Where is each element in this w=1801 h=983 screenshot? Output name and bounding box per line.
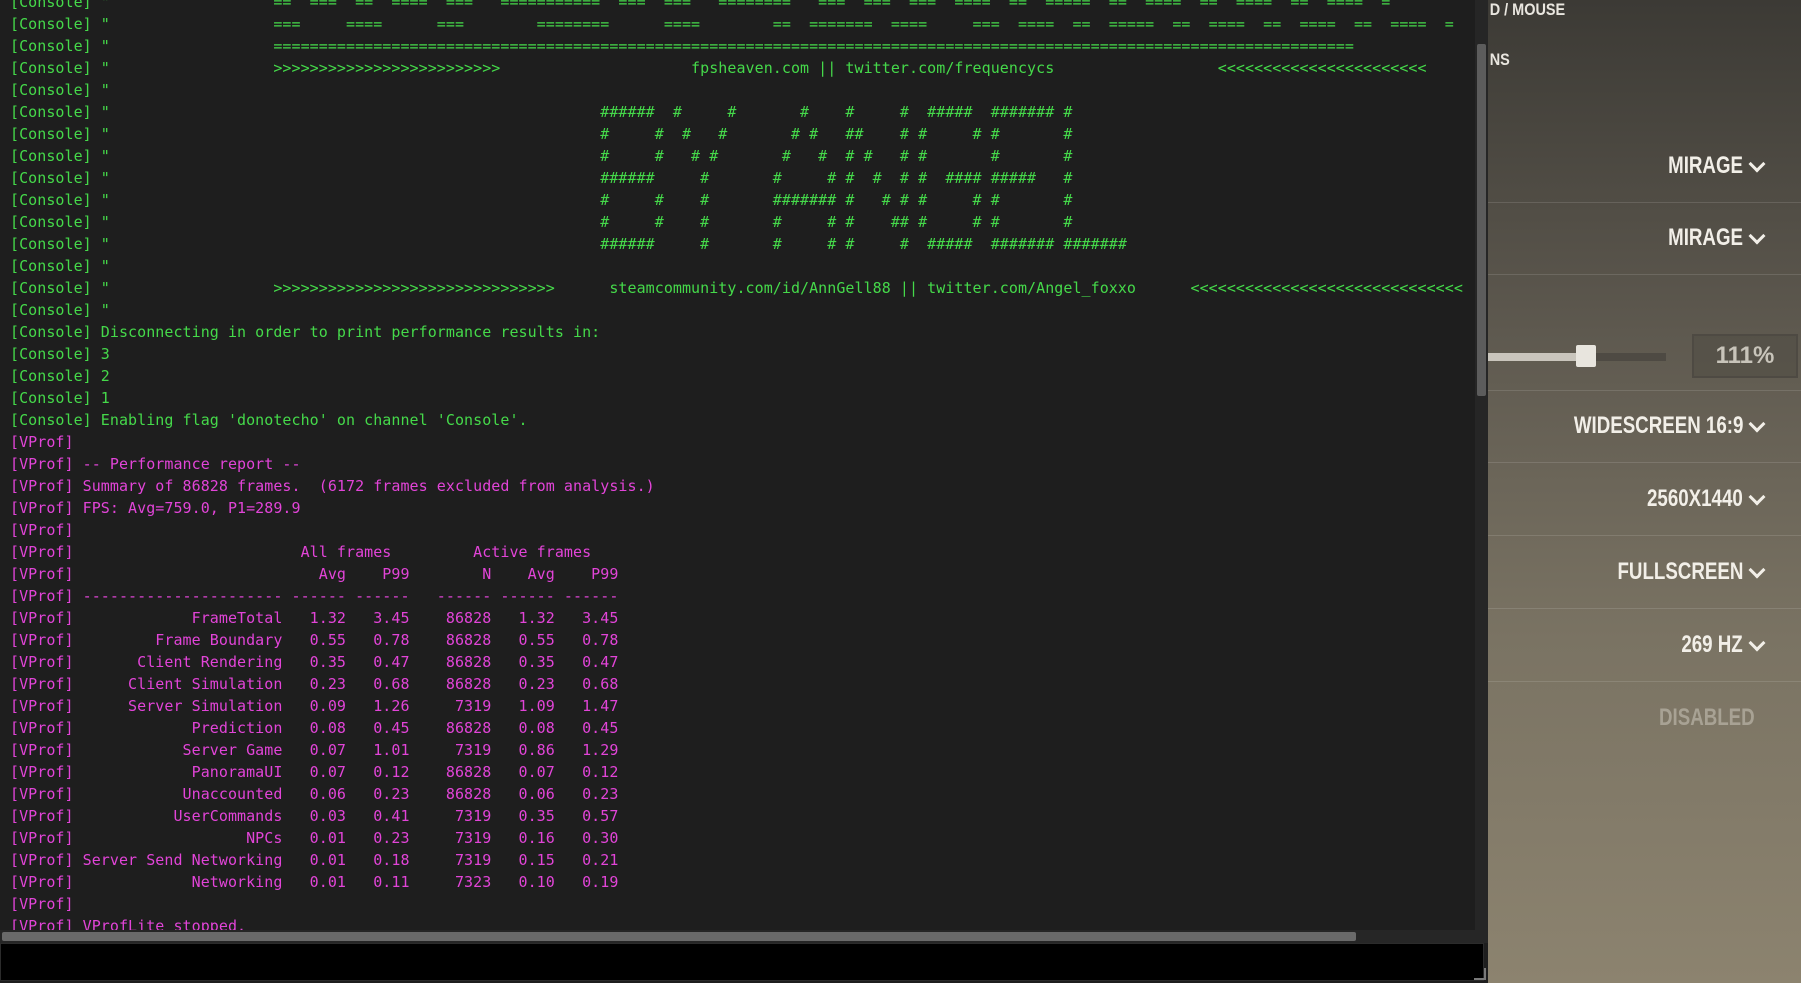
console-line: [VProf] ---------------------- ------ --… [10, 587, 619, 605]
vertical-scrollbar-thumb[interactable] [1477, 44, 1486, 396]
console-line: [Console] " ============================… [10, 37, 1354, 55]
console-line: [Console] " === ==== === ======== ==== =… [10, 15, 1454, 33]
console-line: [Console] " >>>>>>>>>>>>>>>>>>>>>>>>>>>>… [10, 279, 1463, 297]
chevron-down-icon[interactable] [1748, 155, 1766, 173]
console-line: [VProf] Prediction 0.08 0.45 86828 0.08 … [10, 719, 619, 737]
settings-panel: D / MOUSE NS MIRAGE MIRAGE 111% WIDESCRE… [1488, 0, 1801, 983]
console-input[interactable] [0, 943, 1484, 981]
dropdown-value: FULLSCREEN [1617, 558, 1743, 585]
disabled-setting-row: DISABLED [1488, 682, 1801, 754]
dropdown-row-2[interactable]: MIRAGE [1488, 202, 1801, 275]
console-line: [VProf] Server Simulation 0.09 1.26 7319… [10, 697, 619, 715]
console-line: [VProf] VProfLite stopped. [10, 917, 247, 931]
console-line: [Console] " [10, 257, 110, 275]
settings-section-header: NS [1489, 50, 1510, 69]
console-line: [VProf] Networking 0.01 0.11 7323 0.10 0… [10, 873, 619, 891]
console-line: [VProf] Client Rendering 0.35 0.47 86828… [10, 653, 619, 671]
dropdown-row-resolution[interactable]: 2560X1440 [1488, 463, 1801, 536]
console-line: [Console] " # # # ####### # # # # # # # [10, 191, 1073, 209]
console-window: [Console] " == === == ==== === =========… [0, 0, 1488, 983]
dropdown-value: MIRAGE [1668, 224, 1743, 251]
vertical-scrollbar[interactable] [1475, 0, 1488, 935]
console-line: [VProf] PanoramaUI 0.07 0.12 86828 0.07 … [10, 763, 619, 781]
chevron-down-icon[interactable] [1748, 488, 1766, 506]
zoom-slider-fill [1488, 353, 1586, 361]
console-line: [VProf] Client Simulation 0.23 0.68 8682… [10, 675, 619, 693]
console-line: [Console] " [10, 301, 110, 319]
dropdown-row-refresh-rate[interactable]: 269 HZ [1488, 609, 1801, 682]
console-line: [Console] " # # # # # # # # # # # # [10, 147, 1073, 165]
console-line: [VProf] [10, 895, 74, 913]
console-line: [VProf] NPCs 0.01 0.23 7319 0.16 0.30 [10, 829, 619, 847]
dropdown-row-1[interactable]: MIRAGE [1488, 130, 1801, 203]
console-line: [VProf] -- Performance report -- [10, 455, 301, 473]
console-line: [Console] " # # # # # # ## # # # # [10, 213, 1073, 231]
dropdown-row-aspect-ratio[interactable]: WIDESCREEN 16:9 [1488, 390, 1801, 463]
console-line: [VProf] Server Send Networking 0.01 0.18… [10, 851, 619, 869]
console-line: [Console] " ###### # # # # # # # #### ##… [10, 169, 1073, 187]
console-line: [VProf] All frames Active frames [10, 543, 592, 561]
zoom-slider-row: 111% [1488, 318, 1801, 391]
disabled-value: DISABLED [1659, 704, 1755, 731]
console-line: [VProf] FPS: Avg=759.0, P1=289.9 [10, 499, 301, 517]
console-line: [VProf] Summary of 86828 frames. (6172 f… [10, 477, 655, 495]
console-line: [Console] " == === == ==== === =========… [10, 0, 1391, 11]
zoom-slider-handle[interactable] [1575, 345, 1596, 367]
console-line: [Console] 2 [10, 367, 110, 385]
console-line: [VProf] [10, 433, 74, 451]
dropdown-row-display-mode[interactable]: FULLSCREEN [1488, 536, 1801, 609]
console-line: [VProf] Avg P99 N Avg P99 [10, 565, 619, 583]
console-line: [VProf] Server Game 0.07 1.01 7319 0.86 … [10, 741, 619, 759]
console-line: [VProf] UserCommands 0.03 0.41 7319 0.35… [10, 807, 619, 825]
chevron-down-icon[interactable] [1748, 415, 1766, 433]
console-line: [Console] " >>>>>>>>>>>>>>>>>>>>>>>>> fp… [10, 59, 1427, 77]
console-line: [Console] " ###### # # # # # ##### #####… [10, 235, 1127, 253]
zoom-slider[interactable] [1488, 345, 1666, 367]
console-line: [Console] 1 [10, 389, 110, 407]
console-line: [Console] Disconnecting in order to prin… [10, 323, 601, 341]
dropdown-value: MIRAGE [1668, 152, 1743, 179]
zoom-value-field[interactable]: 111% [1692, 334, 1798, 378]
console-log: [Console] " == === == ==== === =========… [10, 0, 1470, 931]
chevron-down-icon[interactable] [1748, 634, 1766, 652]
console-line: [Console] " # # # # # # ## # # # # # [10, 125, 1073, 143]
console-line: [VProf] Frame Boundary 0.55 0.78 86828 0… [10, 631, 619, 649]
console-line: [VProf] FrameTotal 1.32 3.45 86828 1.32 … [10, 609, 619, 627]
horizontal-scrollbar-thumb[interactable] [2, 932, 1356, 941]
horizontal-scrollbar[interactable] [0, 930, 1488, 943]
console-line: [VProf] [10, 521, 74, 539]
resize-grip-icon[interactable] [1474, 968, 1486, 980]
console-line: [Console] Enabling flag 'donotecho' on c… [10, 411, 528, 429]
chevron-down-icon[interactable] [1748, 561, 1766, 579]
dropdown-value: 269 HZ [1681, 631, 1743, 658]
dropdown-value: 2560X1440 [1647, 485, 1743, 512]
console-line: [VProf] Unaccounted 0.06 0.23 86828 0.06… [10, 785, 619, 803]
console-line: [Console] " [10, 81, 110, 99]
chevron-down-icon[interactable] [1748, 227, 1766, 245]
console-line: [Console] 3 [10, 345, 110, 363]
settings-tab-header: D / MOUSE [1489, 0, 1566, 19]
dropdown-value: WIDESCREEN 16:9 [1573, 412, 1743, 439]
console-line: [Console] " ###### # # # # # ##### #####… [10, 103, 1073, 121]
